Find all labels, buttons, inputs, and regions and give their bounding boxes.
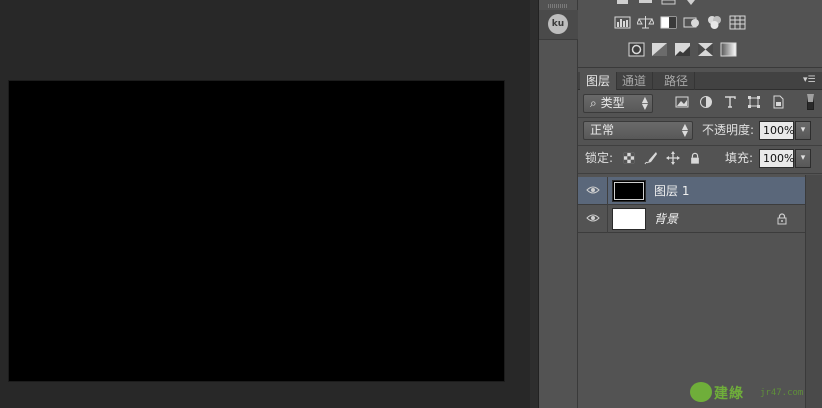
kuler-button[interactable]: ku xyxy=(548,14,568,34)
adjustments-row-2 xyxy=(628,42,737,57)
layers-tabbar: 图层 通道 路径 ▾☰ xyxy=(578,72,822,90)
layer-name[interactable]: 背景 xyxy=(654,205,678,233)
filter-kind-select[interactable]: ⌕ 类型 ▲ ▼ xyxy=(583,94,653,113)
balance-icon[interactable] xyxy=(637,15,654,30)
dock-grip-handle[interactable] xyxy=(548,4,568,8)
photo-filter-icon[interactable] xyxy=(683,15,700,30)
filter-icons xyxy=(674,94,786,110)
divider xyxy=(578,173,822,174)
opacity-label: 不透明度: xyxy=(702,123,755,137)
black-white-icon[interactable] xyxy=(660,15,677,30)
tab-paths[interactable]: 路径 xyxy=(658,72,696,90)
dock-strip: ku xyxy=(539,10,578,40)
adjust-partial-icon-1[interactable] xyxy=(614,0,631,15)
color-lookup-icon[interactable] xyxy=(729,15,746,30)
layer-thumbnail[interactable] xyxy=(612,180,646,202)
workspace xyxy=(0,0,530,408)
opacity-dropdown-button[interactable]: ▾ xyxy=(795,121,811,140)
lock-transparent-pixels-icon[interactable] xyxy=(622,151,636,165)
watermark-text: 建綠 xyxy=(714,386,744,402)
adjustments-row-1 xyxy=(614,15,746,30)
adjustment-filter-icon[interactable] xyxy=(698,94,714,110)
invert-icon[interactable] xyxy=(628,42,645,57)
lock-image-pixels-icon[interactable] xyxy=(644,151,658,165)
updown-arrows-icon: ▲ ▼ xyxy=(641,95,648,111)
lock-icon[interactable] xyxy=(776,213,788,225)
layer-thumbnail[interactable] xyxy=(612,208,646,230)
watermark: 建綠 jr47.com xyxy=(690,380,820,406)
lock-label: 锁定: xyxy=(585,151,614,165)
eye-icon xyxy=(585,184,600,198)
gradient-map-icon[interactable] xyxy=(720,42,737,57)
selective-color-icon[interactable] xyxy=(697,42,714,57)
shape-filter-icon[interactable] xyxy=(746,94,762,110)
document-canvas[interactable] xyxy=(9,81,504,381)
posterize-icon[interactable] xyxy=(651,42,668,57)
layer-row-layer-1[interactable]: 图层 1 xyxy=(578,177,805,205)
type-filter-icon[interactable] xyxy=(722,94,738,110)
panel-gutter[interactable] xyxy=(530,0,539,408)
updown-arrows-icon: ▲ ▼ xyxy=(681,122,688,138)
filter-kind-label: 类型 xyxy=(600,96,625,110)
layer-filter-row: ⌕ 类型 ▲ ▼ xyxy=(578,91,822,116)
eye-icon xyxy=(585,212,600,226)
collapsed-panel-dock: ku xyxy=(539,0,578,408)
tab-channels[interactable]: 通道 xyxy=(616,72,654,90)
adjust-partial-icon-2[interactable] xyxy=(637,0,654,15)
fill-dropdown-button[interactable]: ▾ xyxy=(795,149,811,168)
fill-input[interactable]: 100% xyxy=(759,149,794,168)
layer-list: 图层 1 背景 xyxy=(578,175,805,408)
panel-menu-icon[interactable]: ▾☰ xyxy=(803,75,817,85)
search-icon: ⌕ xyxy=(590,96,597,110)
layer-list-scrollbar[interactable] xyxy=(805,175,822,408)
fill-label: 填充: xyxy=(725,151,754,165)
lock-all-icon[interactable] xyxy=(688,151,702,165)
threshold-icon[interactable] xyxy=(674,42,691,57)
lock-icons xyxy=(622,151,702,165)
adjust-partial-icon-3[interactable] xyxy=(660,0,677,15)
layer-name[interactable]: 图层 1 xyxy=(654,177,689,205)
channel-mixer-icon[interactable] xyxy=(706,15,723,30)
filter-toggle-switch[interactable] xyxy=(807,94,814,110)
layers-panel: 图层 通道 路径 ▾☰ ⌕ 类型 ▲ ▼ 正常 ▲ ▼ 不透明度: 100% ▾… xyxy=(578,72,822,408)
adjustments-top-row xyxy=(614,0,700,15)
adjustments-panel xyxy=(578,0,822,68)
levels-icon[interactable] xyxy=(614,15,631,30)
layer-row-background[interactable]: 背景 xyxy=(578,205,805,233)
lock-position-icon[interactable] xyxy=(666,151,680,165)
opacity-input[interactable]: 100% xyxy=(759,121,794,140)
watermark-logo-icon xyxy=(690,382,712,402)
watermark-site: jr47.com xyxy=(760,388,804,398)
blend-mode-select[interactable]: 正常 ▲ ▼ xyxy=(583,121,693,140)
smart-object-filter-icon[interactable] xyxy=(770,94,786,110)
tab-layers[interactable]: 图层 xyxy=(580,72,618,90)
lock-fill-row: 锁定: 填充: 100% ▾ xyxy=(578,146,822,172)
blend-mode-value: 正常 xyxy=(590,123,615,137)
pixel-filter-icon[interactable] xyxy=(674,94,690,110)
blend-opacity-row: 正常 ▲ ▼ 不透明度: 100% ▾ xyxy=(578,118,822,144)
visibility-toggle[interactable] xyxy=(578,205,608,233)
adjust-partial-icon-4[interactable] xyxy=(683,0,700,15)
right-panels: 图层 通道 路径 ▾☰ ⌕ 类型 ▲ ▼ 正常 ▲ ▼ 不透明度: 100% ▾… xyxy=(578,0,822,408)
visibility-toggle[interactable] xyxy=(578,177,608,205)
